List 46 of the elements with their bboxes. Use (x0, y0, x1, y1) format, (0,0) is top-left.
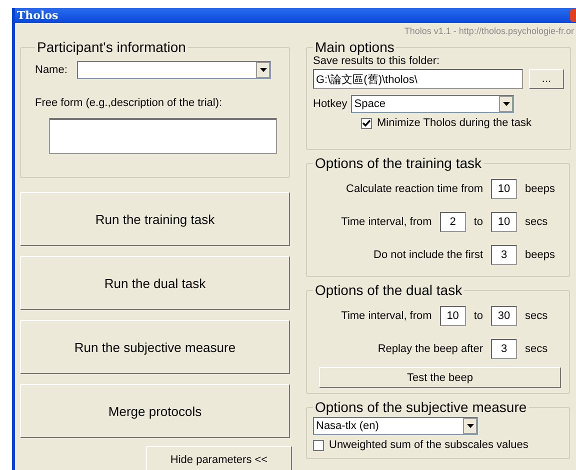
group-title: Options of the dual task (314, 282, 464, 298)
number-field[interactable]: 10 (491, 179, 517, 199)
checkbox[interactable] (313, 440, 324, 450)
folder-field[interactable]: G:\論文區(舊)\tholos\ (313, 69, 523, 89)
test-beep-button[interactable]: Test the beep (319, 367, 561, 388)
unit-label: beeps (525, 249, 556, 261)
group-title: Main options (314, 39, 396, 55)
hotkey-label: Hotkey (313, 98, 348, 110)
number-field[interactable]: 3 (491, 245, 517, 265)
window-title: Tholos (16, 9, 58, 22)
number-field[interactable]: 10 (491, 212, 517, 232)
folder-label: Save results to this folder: (313, 55, 441, 67)
number-field[interactable]: 30 (491, 306, 517, 326)
hide-parameters-button[interactable]: Hide parameters << (146, 446, 292, 470)
name-dropdown[interactable] (77, 61, 272, 79)
group-title: Participant's information (36, 39, 187, 55)
option-label: Do not include the first (374, 249, 483, 261)
to-label: to (474, 310, 483, 322)
group-title: Options of the training task (314, 155, 483, 171)
unit-label: secs (525, 343, 549, 355)
unit-label: beeps (525, 183, 556, 195)
action-button[interactable]: Merge protocols (20, 384, 290, 438)
option-label: Replay the beep after (378, 343, 483, 355)
action-button[interactable]: Run the subjective measure (20, 320, 290, 374)
group-title: Options of the subjective measure (314, 399, 528, 415)
number-field[interactable]: 2 (440, 212, 466, 232)
action-button[interactable]: Run the training task (20, 192, 290, 246)
number-field[interactable]: 3 (491, 339, 517, 359)
free-form-field[interactable] (49, 118, 277, 154)
name-label: Name: (35, 64, 68, 76)
option-label: Calculate reaction time from (346, 183, 483, 195)
to-label: to (474, 216, 483, 228)
option-label: Time interval, from (341, 216, 432, 228)
version-text: Tholos v1.1 - http://tholos.psychologie-fr.or (403, 25, 575, 38)
unit-label: secs (525, 310, 549, 322)
checkbox-label: Unweighted sum of the subscales values (329, 439, 528, 451)
hotkey-dropdown[interactable]: Space (351, 95, 514, 113)
checkbox-label: Minimize Tholos during the task (377, 117, 532, 129)
checkbox[interactable] (361, 118, 372, 128)
browse-button[interactable]: ... (529, 69, 564, 89)
action-button[interactable]: Run the dual task (20, 256, 290, 310)
scale-dropdown[interactable]: Nasa-tlx (en) (313, 417, 478, 435)
option-label: Time interval, from (341, 310, 432, 322)
number-field[interactable]: 10 (440, 306, 466, 326)
unit-label: secs (525, 216, 549, 228)
free-form-label: Free form (e.g.,description of the trial): (35, 97, 224, 109)
